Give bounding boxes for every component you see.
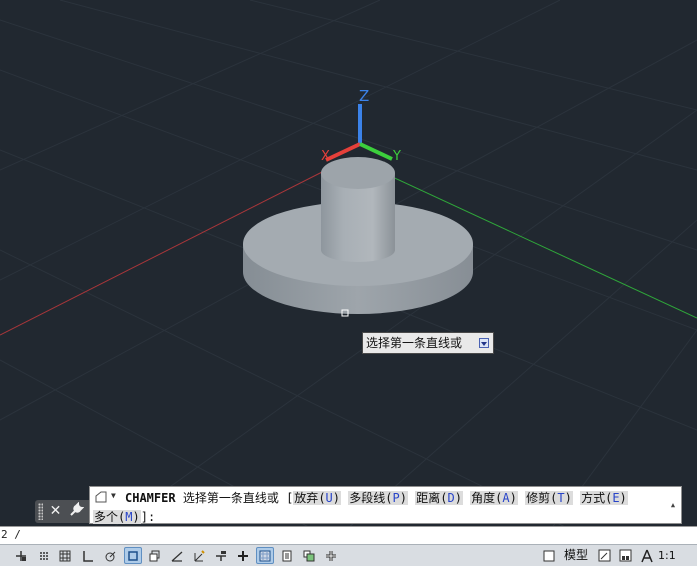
- object-snap-icon[interactable]: [124, 547, 142, 564]
- tooltip-text: 选择第一条直线或: [366, 336, 463, 350]
- ucs-y-label: Y: [392, 149, 401, 164]
- option-multiple[interactable]: 多个(M): [93, 510, 141, 524]
- command-history: 2 /: [0, 526, 697, 544]
- command-prompt-line-2: 多个(M)]:: [93, 508, 155, 525]
- option-method[interactable]: 方式(E): [580, 491, 628, 505]
- command-prompt-line: CHAMFER 选择第一条直线或 [放弃(U) 多段线(P) 距离(D) 角度(…: [125, 489, 628, 506]
- snap-mode-icon[interactable]: [35, 547, 53, 564]
- drawing-viewport[interactable]: Z X Y: [0, 0, 697, 544]
- object-snap-tracking-icon[interactable]: [168, 547, 186, 564]
- ucs-x-label: X: [321, 149, 330, 164]
- ucs-z-label: Z: [359, 87, 369, 105]
- tooltip-dropdown-icon[interactable]: [479, 338, 489, 348]
- infer-constraints-icon[interactable]: [12, 547, 30, 564]
- command-line-grip[interactable]: ✕: [35, 500, 89, 523]
- selection-cycling-icon[interactable]: [300, 547, 318, 564]
- option-polyline[interactable]: 多段线(P): [348, 491, 408, 505]
- close-icon[interactable]: ✕: [46, 502, 65, 521]
- layout-tabs-icon[interactable]: [616, 547, 634, 564]
- command-scroll-icon[interactable]: ▲: [667, 487, 679, 523]
- transparency-icon[interactable]: [256, 547, 274, 564]
- model-tab[interactable]: 模型: [562, 547, 590, 564]
- annotation-scale-icon[interactable]: [638, 547, 656, 564]
- cylinder-solid[interactable]: [321, 157, 395, 262]
- annotation-scale-value[interactable]: 1:1: [658, 547, 676, 564]
- command-prompt: 选择第一条直线或: [182, 491, 279, 505]
- viewport-canvas[interactable]: Z X Y: [0, 0, 697, 544]
- customize-wrench-icon[interactable]: [67, 501, 86, 521]
- command-name: CHAMFER: [125, 491, 176, 505]
- dynamic-ucs-icon[interactable]: [190, 547, 208, 564]
- lineweight-icon[interactable]: [234, 547, 252, 564]
- option-angle[interactable]: 角度(A): [470, 491, 518, 505]
- dynamic-input-tooltip: 选择第一条直线或: [362, 332, 494, 354]
- 3d-object-snap-icon[interactable]: [146, 547, 164, 564]
- option-trim[interactable]: 修剪(T): [525, 491, 573, 505]
- recent-commands-icon[interactable]: [94, 490, 108, 504]
- option-distance[interactable]: 距离(D): [415, 491, 463, 505]
- drag-handle-icon[interactable]: [38, 503, 43, 520]
- option-undo[interactable]: 放弃(U): [293, 491, 342, 505]
- grid-display-icon[interactable]: [56, 547, 74, 564]
- polar-tracking-icon[interactable]: [101, 547, 119, 564]
- prompt-suffix: ]:: [140, 510, 156, 524]
- dynamic-input-icon[interactable]: [212, 547, 230, 564]
- annotation-monitor-icon[interactable]: [322, 547, 340, 564]
- quick-properties-icon[interactable]: [278, 547, 296, 564]
- chevron-down-icon[interactable]: ▼: [111, 491, 116, 500]
- model-space-icon[interactable]: [540, 547, 558, 564]
- ortho-mode-icon[interactable]: [79, 547, 97, 564]
- layout-viewport-icon[interactable]: [595, 547, 613, 564]
- status-bar: 模型 1:1: [0, 544, 697, 566]
- command-line[interactable]: ▼ CHAMFER 选择第一条直线或 [放弃(U) 多段线(P) 距离(D) 角…: [89, 486, 682, 524]
